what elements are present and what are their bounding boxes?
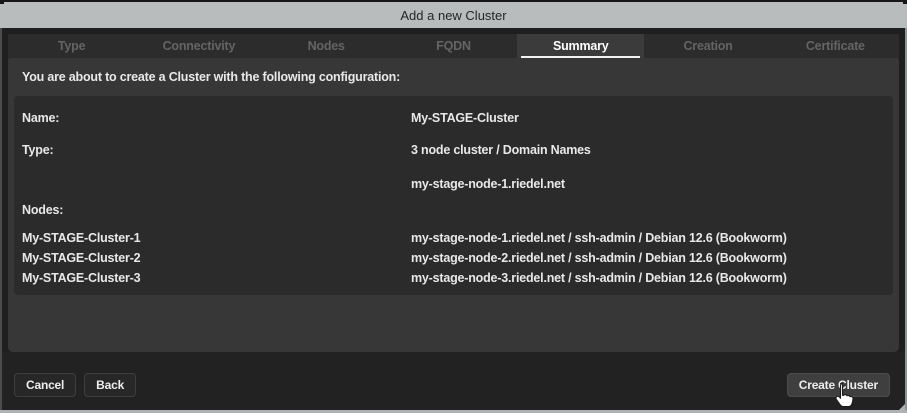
tab-connectivity[interactable]: Connectivity	[135, 34, 262, 58]
summary-intro-text: You are about to create a Cluster with t…	[8, 58, 899, 87]
summary-panel: You are about to create a Cluster with t…	[8, 58, 899, 352]
summary-row-nodes-header: Nodes:	[22, 200, 885, 220]
wizard-tabbar: Type Connectivity Nodes FQDN Summary Cre…	[8, 34, 899, 58]
config-summary-box: Name: My-STAGE-Cluster Type: 3 node clus…	[14, 96, 893, 295]
dialog-title: Add a new Cluster	[400, 8, 506, 23]
row-label: My-STAGE-Cluster-2	[22, 248, 411, 268]
row-value	[411, 200, 885, 220]
tab-type[interactable]: Type	[8, 34, 135, 58]
summary-row-node-1: My-STAGE-Cluster-1 my-stage-node-1.riede…	[22, 228, 885, 248]
row-value: my-stage-node-2.riedel.net / ssh-admin /…	[411, 248, 885, 268]
tab-nodes[interactable]: Nodes	[263, 34, 390, 58]
row-value: My-STAGE-Cluster	[411, 108, 885, 128]
tab-fqdn[interactable]: FQDN	[390, 34, 517, 58]
row-label: Name:	[22, 108, 411, 128]
window-corner-notch-right	[903, 0, 907, 4]
row-label: My-STAGE-Cluster-3	[22, 268, 411, 288]
summary-row-type: Type: 3 node cluster / Domain Names	[22, 140, 885, 160]
tab-summary[interactable]: Summary	[517, 34, 644, 58]
tab-creation[interactable]: Creation	[644, 34, 771, 58]
resize-grip[interactable]	[899, 404, 905, 410]
row-label	[22, 174, 411, 194]
row-label: My-STAGE-Cluster-1	[22, 228, 411, 248]
back-button[interactable]: Back	[84, 373, 136, 397]
create-cluster-button[interactable]: Create Cluster	[787, 373, 890, 397]
row-label: Type:	[22, 140, 411, 160]
summary-row-name: Name: My-STAGE-Cluster	[22, 108, 885, 128]
window-frame-left	[0, 28, 2, 410]
row-value: my-stage-node-1.riedel.net / ssh-admin /…	[411, 228, 885, 248]
cancel-button[interactable]: Cancel	[14, 373, 76, 397]
dialog-titlebar: Add a new Cluster	[0, 0, 907, 28]
tab-certificate[interactable]: Certificate	[772, 34, 899, 58]
summary-row-node-3: My-STAGE-Cluster-3 my-stage-node-3.riede…	[22, 268, 885, 288]
dialog-footer: Cancel Back Create Cluster	[0, 352, 907, 410]
row-value: 3 node cluster / Domain Names	[411, 140, 885, 160]
row-label: Nodes:	[22, 200, 411, 220]
add-cluster-dialog: Add a new Cluster Type Connectivity Node…	[0, 0, 907, 413]
window-corner-notch-left	[0, 0, 4, 4]
summary-row-fqdn: my-stage-node-1.riedel.net	[22, 174, 885, 194]
row-value: my-stage-node-3.riedel.net / ssh-admin /…	[411, 268, 885, 288]
summary-row-node-2: My-STAGE-Cluster-2 my-stage-node-2.riede…	[22, 248, 885, 268]
row-value: my-stage-node-1.riedel.net	[411, 174, 885, 194]
